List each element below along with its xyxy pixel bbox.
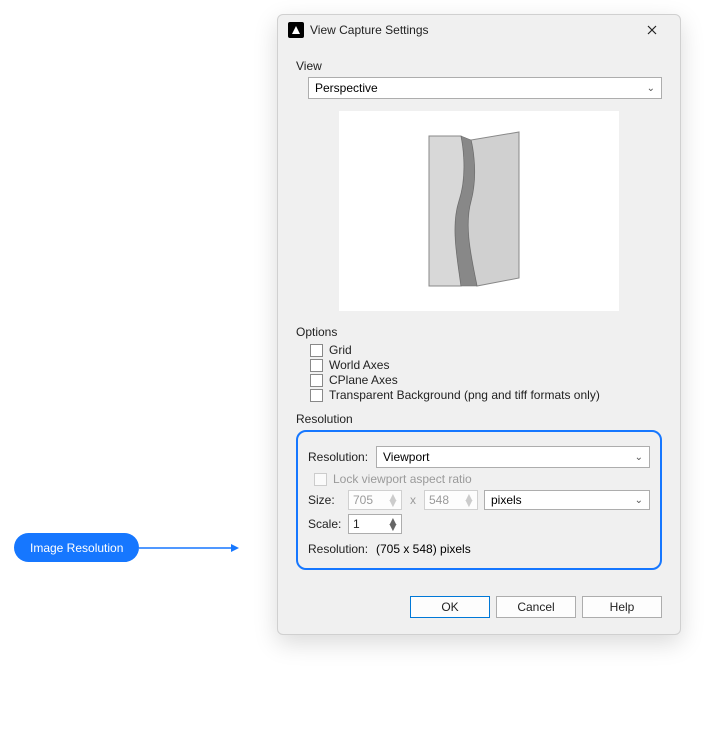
lock-aspect-label: Lock viewport aspect ratio <box>333 472 472 486</box>
cplane-axes-label: CPlane Axes <box>329 373 398 387</box>
resolution-result-row: Resolution: (705 x 548) pixels <box>308 542 650 556</box>
spinner-arrows-icon[interactable]: ▲▼ <box>387 518 399 530</box>
resolution-select-value: Viewport <box>383 450 429 464</box>
world-axes-checkbox-row: World Axes <box>310 358 662 372</box>
app-icon <box>288 22 304 38</box>
resolution-row: Resolution: Viewport ⌄ <box>308 446 650 468</box>
cancel-button[interactable]: Cancel <box>496 596 576 618</box>
dialog-title: View Capture Settings <box>310 23 634 37</box>
chevron-down-icon: ⌄ <box>635 452 643 463</box>
annotation-pill: Image Resolution <box>14 533 139 562</box>
resolution-result-value: (705 x 548) pixels <box>376 542 471 556</box>
grid-checkbox-row: Grid <box>310 343 662 357</box>
close-icon <box>647 25 657 35</box>
annotation-arrow <box>139 547 233 549</box>
size-row: Size: 705 ▲▼ x 548 ▲▼ pixels ⌄ <box>308 490 650 510</box>
units-select[interactable]: pixels ⌄ <box>484 490 650 510</box>
cplane-axes-checkbox[interactable] <box>310 374 323 387</box>
transparent-bg-label: Transparent Background (png and tiff for… <box>329 388 600 402</box>
preview-thumbnail <box>339 111 619 311</box>
view-select[interactable]: Perspective ⌄ <box>308 77 662 99</box>
spinner-arrows-icon: ▲▼ <box>387 494 399 506</box>
width-value: 705 <box>353 493 387 507</box>
world-axes-label: World Axes <box>329 358 389 372</box>
resolution-section-label: Resolution <box>296 412 662 426</box>
transparent-bg-checkbox[interactable] <box>310 389 323 402</box>
scale-row: Scale: 1 ▲▼ <box>308 514 650 534</box>
world-axes-checkbox[interactable] <box>310 359 323 372</box>
resolution-frame: Resolution: Viewport ⌄ Lock viewport asp… <box>296 430 662 570</box>
scale-value: 1 <box>353 517 387 531</box>
resolution-select[interactable]: Viewport ⌄ <box>376 446 650 468</box>
titlebar: View Capture Settings <box>278 15 680 45</box>
dialog-content: View Perspective ⌄ Options Grid World Ax… <box>278 45 680 584</box>
options-section-label: Options <box>296 325 662 339</box>
ok-button[interactable]: OK <box>410 596 490 618</box>
width-input: 705 ▲▼ <box>348 490 402 510</box>
view-section-label: View <box>296 59 662 73</box>
size-label: Size: <box>308 493 342 507</box>
view-select-value: Perspective <box>315 81 378 95</box>
resolution-result-label: Resolution: <box>308 542 370 556</box>
chevron-down-icon: ⌄ <box>635 495 643 506</box>
cplane-axes-checkbox-row: CPlane Axes <box>310 373 662 387</box>
close-button[interactable] <box>634 17 670 43</box>
grid-label: Grid <box>329 343 352 357</box>
spinner-arrows-icon: ▲▼ <box>463 494 475 506</box>
resolution-label: Resolution: <box>308 450 370 464</box>
height-input: 548 ▲▼ <box>424 490 478 510</box>
annotation-label: Image Resolution <box>30 541 123 555</box>
size-x-separator: x <box>408 493 418 507</box>
scale-input[interactable]: 1 ▲▼ <box>348 514 402 534</box>
view-capture-dialog: View Capture Settings View Perspective ⌄… <box>277 14 681 635</box>
dialog-footer: OK Cancel Help <box>278 584 680 634</box>
annotation-callout: Image Resolution <box>14 533 233 562</box>
grid-checkbox[interactable] <box>310 344 323 357</box>
lock-aspect-row: Lock viewport aspect ratio <box>314 472 650 486</box>
height-value: 548 <box>429 493 463 507</box>
help-button[interactable]: Help <box>582 596 662 618</box>
transparent-bg-checkbox-row: Transparent Background (png and tiff for… <box>310 388 662 402</box>
units-value: pixels <box>491 493 522 507</box>
scale-label: Scale: <box>308 517 342 531</box>
preview-image <box>399 126 559 296</box>
chevron-down-icon: ⌄ <box>647 83 655 94</box>
lock-aspect-checkbox <box>314 473 327 486</box>
